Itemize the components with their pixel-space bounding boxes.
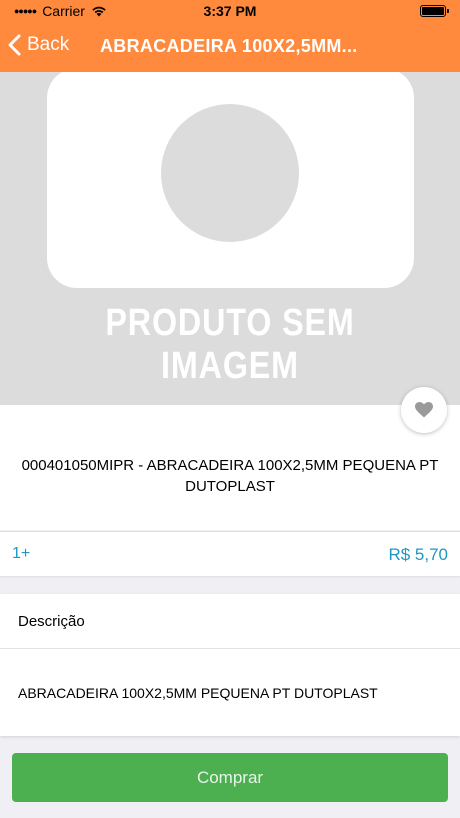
product-name: 000401050MIPR - ABRACADEIRA 100X2,5MM PE… — [21, 457, 439, 495]
product-image: PRODUTO SEM IMAGEM — [0, 72, 460, 405]
favorite-button[interactable] — [401, 387, 447, 433]
navigation-bar: Back ABRACADEIRA 100X2,5MM... — [0, 22, 460, 72]
battery-icon — [420, 5, 449, 17]
status-time: 3:37 PM — [203, 3, 257, 19]
status-bar: ●●●●● Carrier 3:37 PM — [0, 0, 460, 22]
divider — [0, 648, 460, 649]
image-placeholder-circle — [161, 104, 299, 242]
quantity-tier: 1+ — [12, 545, 31, 562]
chevron-left-icon — [8, 34, 21, 56]
price-row: 1+ R$ 5,70 — [0, 531, 460, 576]
no-image-label: PRODUTO SEM IMAGEM — [105, 302, 355, 387]
product-info: 000401050MIPR - ABRACADEIRA 100X2,5MM PE… — [0, 405, 460, 530]
buy-button[interactable]: Comprar — [12, 753, 448, 802]
back-button[interactable]: Back — [8, 34, 69, 56]
description-text: ABRACADEIRA 100X2,5MM PEQUENA PT DUTOPLA… — [18, 685, 378, 701]
description-title: Descrição — [18, 613, 85, 630]
description-card: Descrição ABRACADEIRA 100X2,5MM PEQUENA … — [0, 594, 460, 736]
back-label: Back — [27, 34, 70, 55]
price-value: R$ 5,70 — [388, 545, 448, 564]
page-title: ABRACADEIRA 100X2,5MM... — [100, 36, 358, 56]
heart-icon — [415, 402, 433, 418]
